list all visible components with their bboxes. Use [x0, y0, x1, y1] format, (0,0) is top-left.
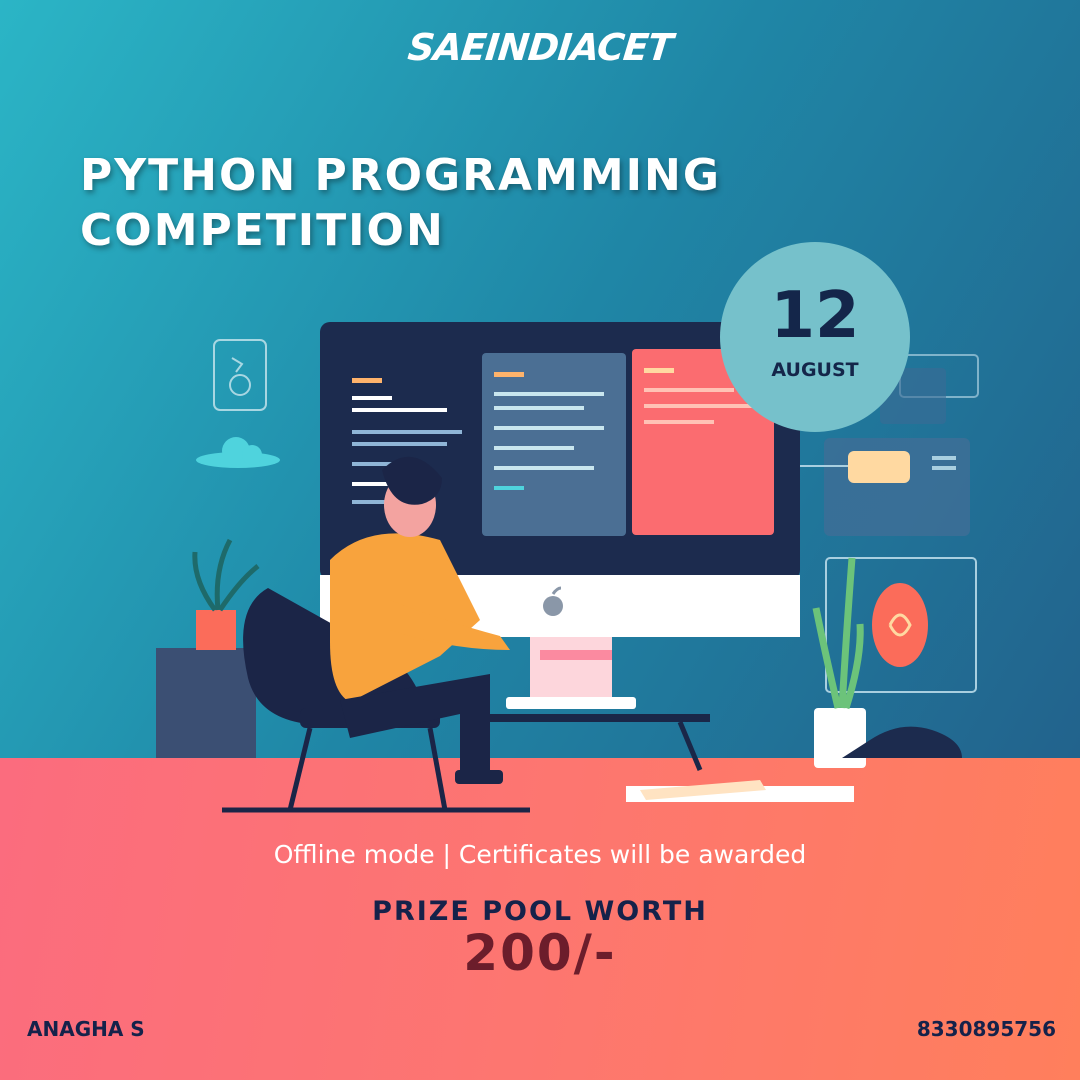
event-details: Offline mode | Certificates will be awar… — [273, 840, 807, 869]
desk — [470, 714, 710, 771]
prize-value: 200/- — [463, 924, 617, 982]
contact-name: ANAGHA S — [27, 1017, 145, 1041]
prize-label: PRIZE POOL WORTH — [372, 896, 708, 927]
page-title-line1: PYTHON PROGRAMMING — [80, 150, 721, 201]
logo: SAEINDIACET — [405, 26, 675, 69]
contact-phone[interactable]: 8330895756 — [917, 1017, 1056, 1041]
page-title-line2: COMPETITION — [80, 205, 445, 256]
event-poster: SAEINDIACET PYTHON PROGRAMMING COMPETITI… — [0, 0, 1080, 1080]
date-day: 12 — [770, 279, 860, 353]
cloud-icon — [196, 437, 280, 468]
date-badge: 12 AUGUST — [720, 242, 910, 432]
date-month: AUGUST — [771, 359, 859, 381]
floating-card-icon — [213, 339, 267, 411]
papers-icon — [626, 780, 854, 802]
plant-icon — [156, 538, 260, 758]
